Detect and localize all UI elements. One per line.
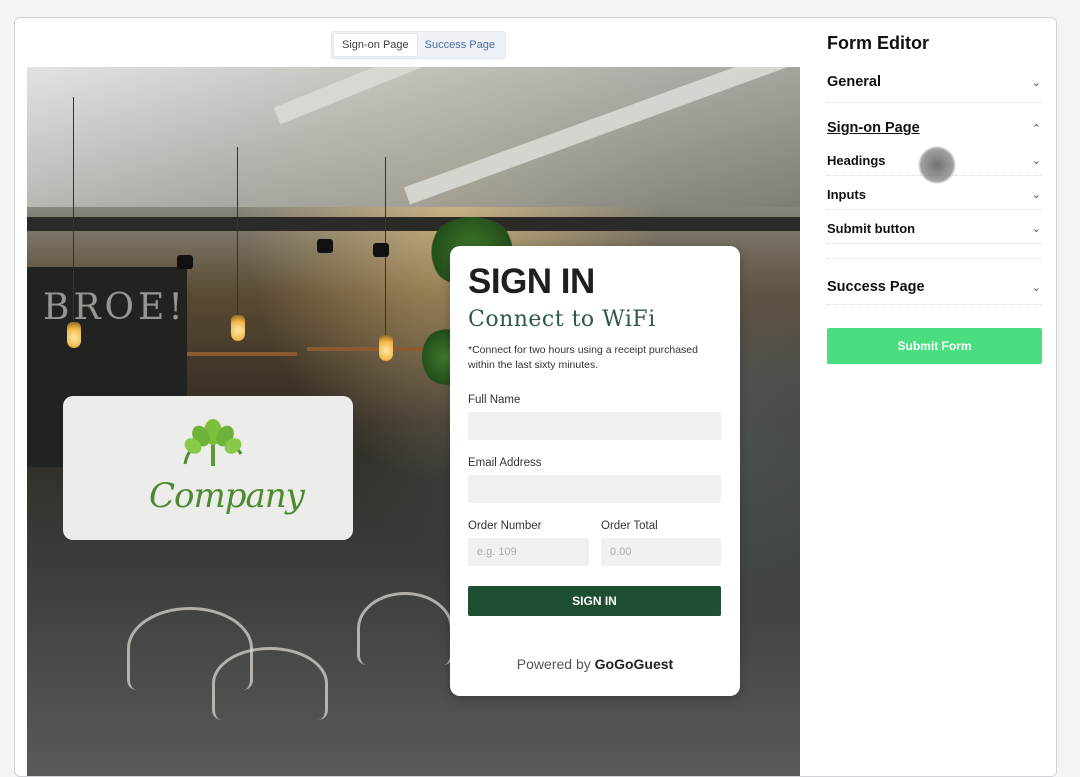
tab-sign-on-page[interactable]: Sign-on Page: [334, 34, 417, 56]
subsection-headings-label: Headings: [827, 153, 886, 168]
divider: [827, 102, 1041, 103]
lamp-cord: [237, 147, 238, 317]
chevron-down-icon: ⌄: [1031, 281, 1041, 294]
background-chair: [212, 647, 328, 720]
order-total-input[interactable]: [601, 538, 721, 566]
ceiling-spotlight: [373, 243, 389, 257]
subsection-submit-button[interactable]: Submit button ⌄: [827, 221, 1041, 236]
divider: [827, 304, 1041, 305]
divider: [827, 258, 1041, 259]
powered-by-brand[interactable]: GoGoGuest: [595, 656, 674, 672]
section-sign-on-page[interactable]: Sign-on Page ⌃: [827, 120, 1041, 136]
subsection-inputs-label: Inputs: [827, 187, 866, 202]
form-preview: BROE! Company SIGN IN Connect to WiFi *C…: [27, 67, 800, 776]
email-label: Email Address: [468, 457, 542, 469]
chevron-down-icon: ⌄: [1031, 189, 1041, 201]
ceiling-spotlight: [177, 255, 193, 269]
background-sign-text: BROE!: [43, 287, 187, 328]
tab-success-page[interactable]: Success Page: [417, 34, 503, 56]
section-sign-on-page-label: Sign-on Page: [827, 120, 920, 136]
card-note: *Connect for two hours using a receipt p…: [468, 344, 698, 371]
background-shelf: [187, 352, 297, 356]
card-title: SIGN IN: [468, 262, 595, 301]
order-number-label: Order Number: [468, 520, 542, 532]
email-input[interactable]: [468, 475, 721, 503]
pendant-lamp: [67, 322, 81, 348]
company-logo-card: Company: [63, 396, 353, 540]
card-subtitle: Connect to WiFi: [468, 307, 656, 332]
sign-in-card: SIGN IN Connect to WiFi *Connect for two…: [450, 246, 740, 696]
divider: [827, 243, 1041, 244]
ceiling-spotlight: [317, 239, 333, 253]
section-success-page-label: Success Page: [827, 279, 925, 295]
order-number-input[interactable]: [468, 538, 589, 566]
chevron-down-icon: ⌄: [1031, 155, 1041, 167]
divider: [827, 209, 1041, 210]
background-chair: [357, 592, 453, 665]
mouse-cursor-indicator: [918, 146, 956, 184]
section-general[interactable]: General ⌄: [827, 74, 1041, 90]
background-shelf: [307, 347, 427, 351]
full-name-input[interactable]: [468, 412, 721, 440]
section-general-label: General: [827, 74, 881, 90]
editor-title: Form Editor: [827, 33, 929, 53]
background-duct: [27, 217, 800, 231]
sign-in-button[interactable]: SIGN IN: [468, 586, 721, 616]
order-total-label: Order Total: [601, 520, 658, 532]
page-tabs: Sign-on Page Success Page: [331, 31, 506, 59]
subsection-submit-button-label: Submit button: [827, 221, 916, 236]
subsection-inputs[interactable]: Inputs ⌄: [827, 187, 1041, 202]
section-success-page[interactable]: Success Page ⌄: [827, 279, 1041, 295]
company-logo-text: Company: [149, 476, 305, 516]
tree-logo-icon: [183, 419, 243, 466]
full-name-label: Full Name: [468, 394, 521, 406]
powered-by-prefix: Powered by: [516, 656, 591, 672]
pendant-lamp: [231, 315, 245, 341]
chevron-up-icon: ⌃: [1031, 122, 1041, 135]
app-frame: Sign-on Page Success Page BROE! Company …: [14, 17, 1057, 777]
submit-form-button[interactable]: Submit Form: [827, 328, 1042, 364]
powered-by: Powered by GoGoGuest: [450, 656, 740, 672]
chevron-down-icon: ⌄: [1031, 76, 1041, 89]
lamp-cord: [73, 97, 74, 327]
chevron-down-icon: ⌄: [1031, 223, 1041, 235]
pendant-lamp: [379, 335, 393, 361]
